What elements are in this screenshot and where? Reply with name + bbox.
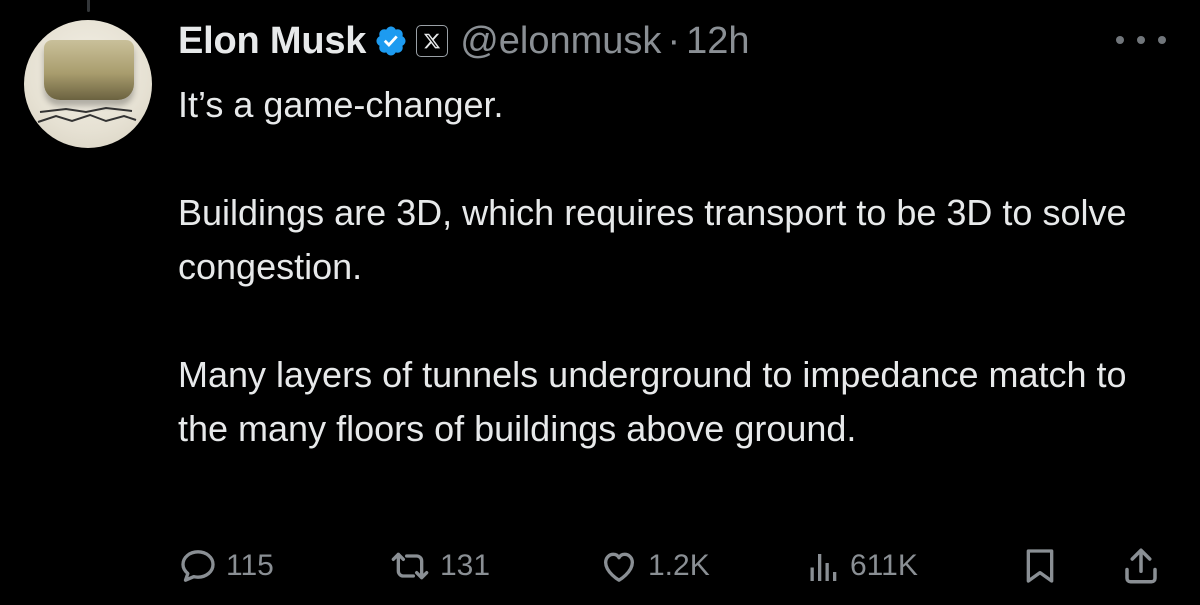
x-logo-icon[interactable]	[416, 25, 449, 57]
heart-icon	[604, 552, 634, 582]
bookmark-icon	[1026, 549, 1054, 583]
tweet-paragraph: Buildings are 3D, which requires transpo…	[178, 192, 1127, 287]
share-button[interactable]	[1120, 540, 1162, 592]
more-options-icon[interactable]	[1116, 28, 1166, 52]
tweet-paragraph: Many layers of tunnels underground to im…	[178, 354, 1127, 449]
verified-badge-icon[interactable]	[374, 24, 408, 58]
reply-button[interactable]: 115	[178, 540, 274, 592]
repost-icon	[391, 552, 429, 580]
author-handle[interactable]: @elonmusk	[460, 20, 661, 63]
repost-button[interactable]: 131	[388, 540, 490, 592]
like-count: 1.2K	[648, 549, 710, 582]
avatar-image	[44, 40, 134, 100]
more-dot	[1137, 36, 1145, 44]
reply-icon	[181, 550, 215, 582]
thread-connector-line	[87, 0, 90, 12]
tweet-header: Elon Musk @elonmusk · 12h	[178, 12, 1158, 70]
bookmark-button[interactable]	[1020, 540, 1060, 592]
views-chart-icon	[810, 554, 837, 581]
more-dot	[1158, 36, 1166, 44]
tweet-text: It’s a game-changer. Buildings are 3D, w…	[178, 78, 1178, 456]
separator-dot: ·	[667, 19, 681, 62]
repost-count: 131	[440, 549, 491, 582]
share-icon	[1125, 548, 1157, 584]
author-name[interactable]: Elon Musk	[178, 20, 366, 63]
views-button[interactable]: 611K	[806, 540, 918, 592]
avatar-signature-scribble	[37, 106, 137, 123]
tweet-paragraph: It’s a game-changer.	[178, 84, 504, 125]
avatar[interactable]	[24, 20, 152, 148]
reply-count: 115	[226, 549, 274, 582]
more-dot	[1116, 36, 1124, 44]
views-count: 611K	[850, 549, 918, 582]
tweet-action-bar: 115 131 1.2K 611K	[178, 540, 1168, 592]
tweet-timestamp[interactable]: 12h	[686, 20, 749, 63]
like-button[interactable]: 1.2K	[598, 540, 710, 592]
